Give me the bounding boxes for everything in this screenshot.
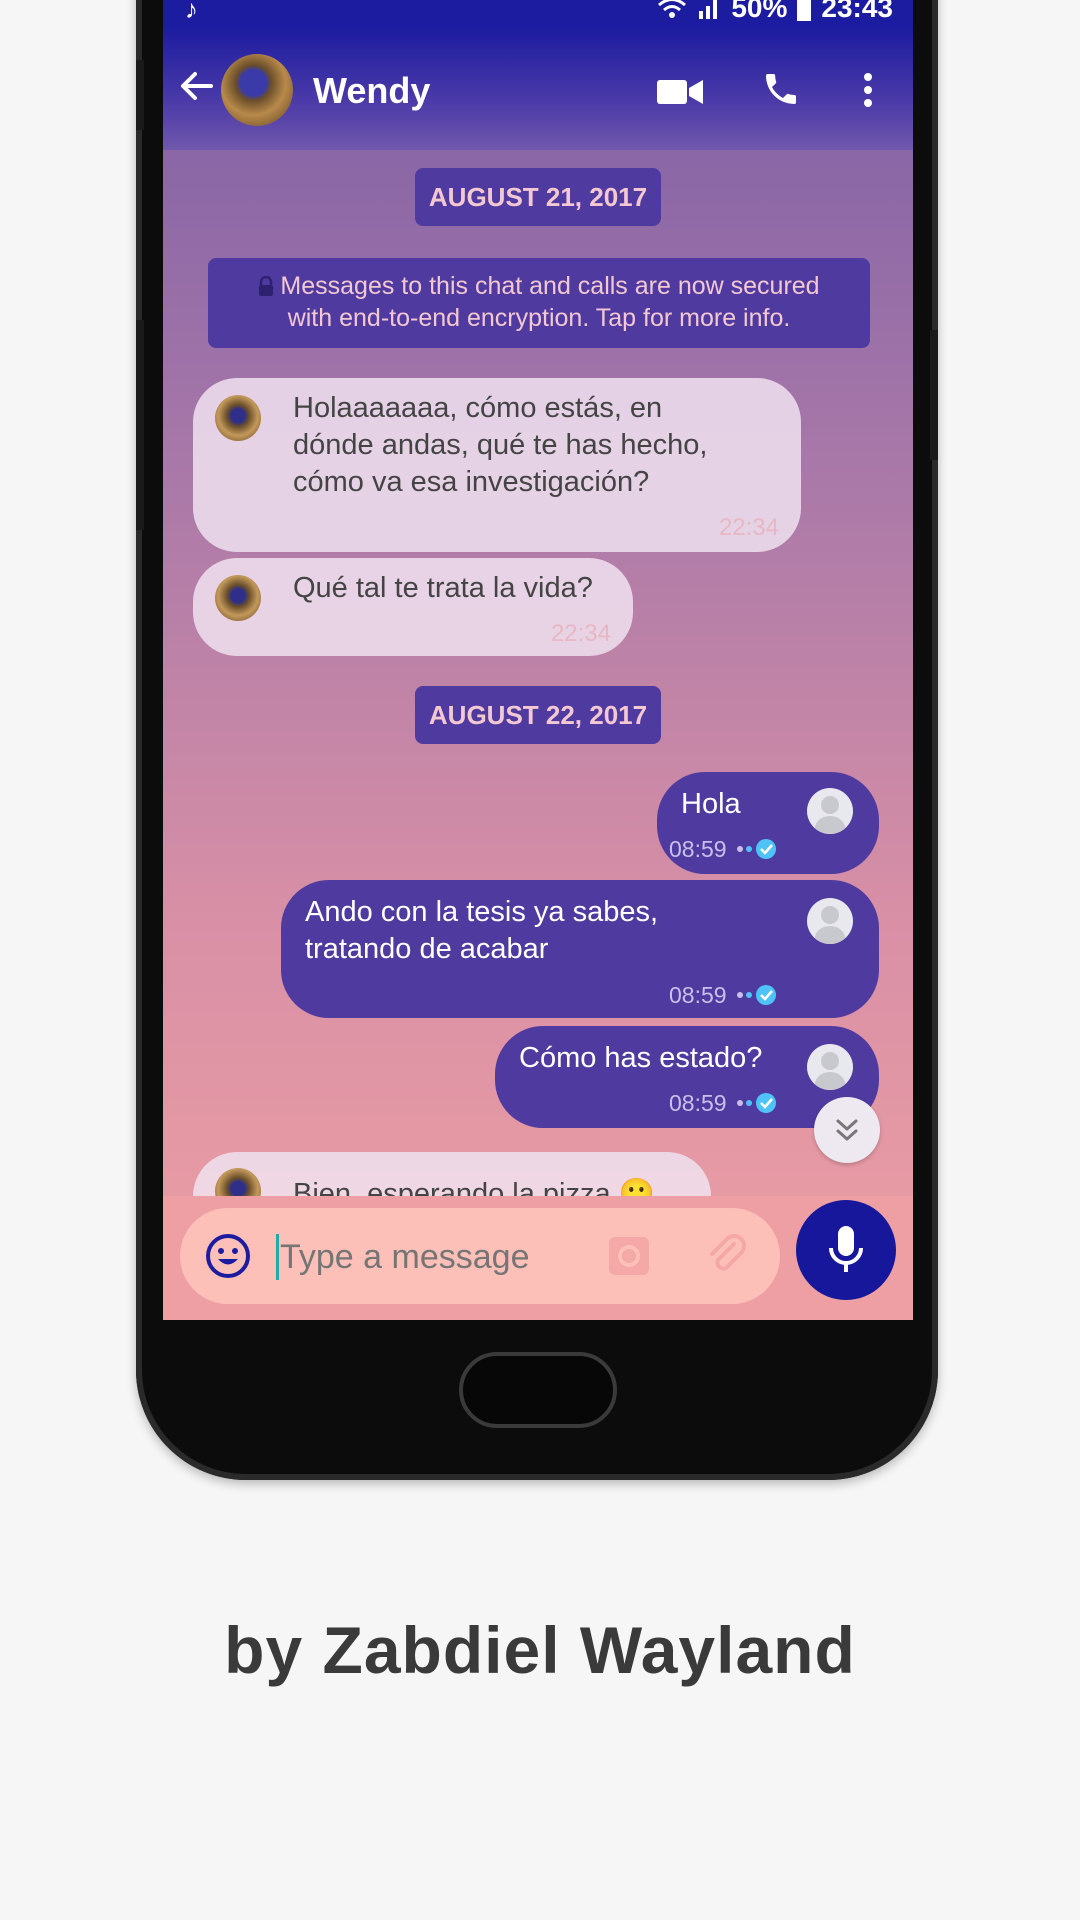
wifi-icon [658,0,687,18]
message-outgoing[interactable]: Hola 08:59 [657,772,879,874]
double-check-icon [737,839,776,859]
encryption-notice-line2: with end-to-end encryption. Tap for more… [287,304,791,332]
message-time: 08:59 [669,982,727,1008]
credit-text: by Zabdiel Wayland [224,1613,856,1687]
message-incoming[interactable]: Holaaaaaaa, cómo estás, en dónde andas, … [193,378,801,552]
double-check-icon [737,985,776,1005]
user-avatar [807,1044,853,1090]
volume-button [136,60,144,130]
status-bar: ♪ 50% 23:43 [163,0,913,28]
message-time: 22:34 [550,620,611,647]
chevron-double-down-icon [836,1119,858,1141]
home-button[interactable] [459,1352,617,1428]
contact-name[interactable]: Wendy [313,70,430,112]
music-note-icon: ♪ [185,0,198,24]
message-input[interactable] [278,1234,582,1280]
contact-avatar[interactable] [221,54,293,126]
user-avatar [807,788,853,834]
encryption-notice[interactable]: Messages to this chat and calls are now … [208,258,870,348]
message-time: 08:59 [669,1090,727,1116]
video-call-icon[interactable] [657,78,703,106]
date-separator: AUGUST 22, 2017 [415,686,661,744]
mic-button[interactable] [796,1200,896,1300]
chat-header: Wendy [163,28,913,150]
scroll-to-bottom-button[interactable] [814,1097,880,1163]
battery-icon [797,0,812,21]
sender-avatar [215,395,261,441]
message-composer [180,1208,780,1304]
chat-screen: ♪ 50% 23:43 Wendy AUGUST 21, 2017 Messag… [163,0,913,1320]
encryption-notice-line1: Messages to this chat and calls are now … [208,270,870,302]
mic-icon [829,1226,863,1272]
back-arrow-icon[interactable] [177,66,217,106]
message-text: Hola [681,788,741,820]
battery-percent: 50% [731,0,788,23]
lock-icon [259,275,274,296]
clock: 23:43 [821,0,893,23]
message-text-line: tratando de acabar [305,933,549,965]
attach-icon[interactable] [704,1232,750,1278]
user-avatar [807,898,853,944]
message-text-line: Ando con la tesis ya sabes, [305,896,659,928]
double-check-icon [737,1093,776,1113]
message-outgoing[interactable]: Ando con la tesis ya sabes, tratando de … [281,880,879,1018]
more-vertical-icon[interactable] [863,72,873,108]
message-time: 08:59 [669,836,727,862]
date-separator: AUGUST 21, 2017 [415,168,661,226]
message-text: Qué tal te trata la vida? [293,572,593,604]
message-time: 22:34 [718,514,779,541]
message-incoming[interactable]: Qué tal te trata la vida? 22:34 [193,558,633,656]
side-button-left [136,320,144,530]
message-text-line: cómo va esa investigación? [293,466,650,498]
message-text-line: Holaaaaaaa, cómo estás, en [293,392,663,424]
camera-icon[interactable] [608,1236,650,1276]
phone-call-icon[interactable] [761,68,801,110]
signal-icon [699,0,718,19]
power-button [930,330,938,460]
sender-avatar [215,575,261,621]
message-text-line: dónde andas, qué te has hecho, [293,429,708,461]
message-text: Cómo has estado? [519,1042,763,1074]
emoji-icon[interactable] [204,1232,252,1280]
